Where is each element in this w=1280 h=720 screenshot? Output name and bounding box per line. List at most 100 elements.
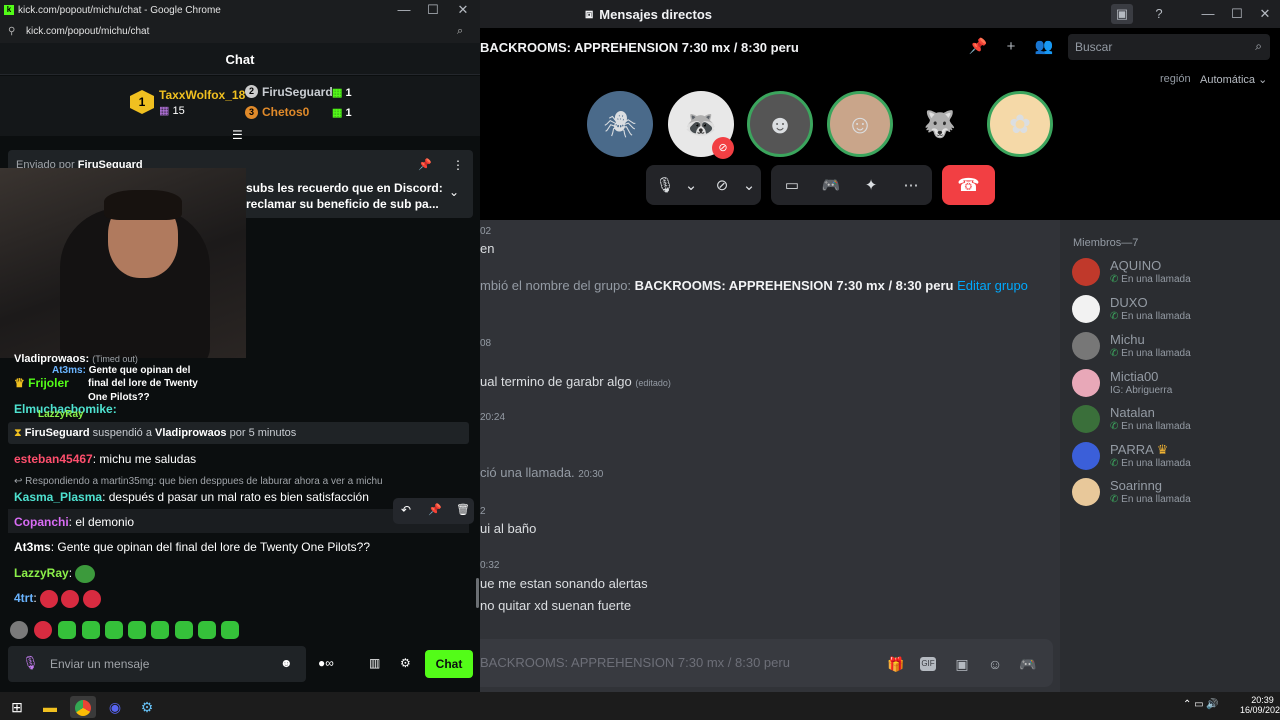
call-avatar[interactable]: 🐺 [907, 91, 973, 157]
screen-share-icon[interactable]: ▭ [782, 176, 802, 196]
minimize-button[interactable]: — [1198, 4, 1218, 24]
members-header: Miembros—7 [1073, 237, 1139, 249]
file-explorer-icon[interactable]: ▬ [39, 696, 61, 718]
chrome-icon[interactable] [70, 696, 96, 718]
chevron-down-icon[interactable]: ⌄ [681, 176, 701, 196]
emote [75, 565, 96, 583]
member-item[interactable]: Mictia00 IG: Abriguerra [1072, 369, 1272, 403]
search-icon: ⌕ [1255, 39, 1262, 53]
discord-icon[interactable]: ◉ [104, 696, 126, 718]
gift-icon: ▦ [159, 105, 170, 117]
maximize-button[interactable]: ☐ [423, 0, 443, 20]
send-chat-button[interactable]: Chat [425, 650, 473, 678]
emote-suggestion[interactable] [82, 621, 100, 639]
member-item[interactable]: Natalan ✆ En una llamada [1072, 405, 1272, 439]
call-avatar[interactable]: ☺ [827, 91, 893, 157]
edit-group-link[interactable]: Editar grupo [957, 278, 1028, 293]
gif-icon[interactable]: GIF [920, 657, 936, 671]
crown-icon: ♛ [1156, 442, 1169, 457]
reply-icon: ↩ [14, 476, 23, 487]
emote-suggestion[interactable] [105, 621, 123, 639]
add-friend-icon[interactable]: + [999, 35, 1023, 59]
avatar [1072, 369, 1100, 397]
leader-count: ▦ 1 [332, 107, 352, 119]
call-avatar[interactable]: ☻ [747, 91, 813, 157]
scrollbar[interactable] [476, 578, 479, 608]
chat-message: Kasma_Plasma: después d pasar un mal rat… [14, 490, 369, 504]
leader-name[interactable]: TaxxWolfox_18 [159, 88, 245, 102]
pin-icon[interactable]: 📌 [418, 158, 432, 171]
chat-message: esteban45467: michu me saludas [14, 452, 197, 466]
timestamp: 20:24 [480, 412, 506, 423]
minimize-button[interactable]: — [394, 0, 414, 20]
end-call-button[interactable]: ☎ [942, 165, 995, 205]
emote-suggestion[interactable] [10, 621, 28, 639]
steam-icon[interactable]: ⚙ [136, 696, 158, 718]
microphone-icon[interactable]: 🎙 [22, 655, 39, 671]
close-button[interactable]: ✕ [453, 0, 473, 20]
gift-icon[interactable]: 🎁 [887, 655, 905, 673]
leader-count: ▦ 1 [332, 87, 352, 99]
pin-icon[interactable]: 📌 [966, 35, 990, 59]
timeout-icon: ⧗ [14, 427, 22, 439]
members-icon[interactable]: 👥 [1032, 35, 1056, 59]
leader-name[interactable]: Chetos0 [262, 105, 309, 119]
sticker-icon[interactable]: ▣ [953, 655, 971, 673]
member-item[interactable]: Soarinng ✆ En una llamada [1072, 478, 1272, 512]
reply-icon[interactable]: ↶ [401, 503, 411, 517]
emote-suggestion[interactable] [151, 621, 169, 639]
close-button[interactable]: ✕ [1255, 4, 1275, 24]
clock[interactable]: 20:3916/09/2025 [1240, 695, 1280, 715]
call-avatar[interactable]: ✿ [987, 91, 1053, 157]
kick-points-icon[interactable]: ●∞ [318, 656, 334, 670]
soundboard-icon[interactable]: ✦ [861, 176, 881, 196]
inbox-icon[interactable]: ▣ [1111, 4, 1133, 24]
system-message: ció una llamada. 20:30 [480, 465, 604, 480]
search-input[interactable]: Buscar ⌕ [1068, 34, 1270, 60]
pinned-text: reclamar su beneficio de sub pa... [246, 197, 439, 211]
microphone-icon[interactable]: 🎙 [655, 176, 675, 196]
region-select[interactable]: Automática ⌄ [1200, 73, 1267, 86]
phone-icon: ✆ [1110, 311, 1119, 322]
emoji-icon[interactable]: ☻ [280, 656, 293, 670]
more-icon[interactable]: ⋯ [901, 176, 921, 196]
phone-icon: ✆ [1110, 348, 1119, 359]
emoji-icon[interactable]: ☺ [986, 655, 1004, 673]
emote-suggestion[interactable] [198, 621, 216, 639]
emote-suggestion[interactable] [128, 621, 146, 639]
help-icon[interactable]: ? [1149, 4, 1169, 24]
message: en [480, 241, 495, 256]
zoom-icon[interactable]: ⌕ [457, 25, 463, 38]
chevron-down-icon[interactable]: ⌄ [739, 176, 759, 196]
url-text: kick.com/popout/michu/chat [26, 26, 150, 37]
activity-icon[interactable]: 🎮 [821, 176, 841, 196]
phone-icon: ✆ [1110, 421, 1119, 432]
maximize-button[interactable]: ☐ [1227, 4, 1247, 24]
delete-icon[interactable]: 🗑 [456, 503, 470, 516]
leader-count: ▦ 15 [159, 105, 185, 117]
member-item[interactable]: PARRA ♛ ✆ En una llamada [1072, 442, 1272, 476]
chevron-down-icon[interactable]: ⌄ [449, 185, 459, 199]
phone-icon: ✆ [1110, 274, 1119, 285]
emote-suggestion[interactable] [58, 621, 76, 639]
avatar [1072, 442, 1100, 470]
emote-suggestion[interactable] [175, 621, 193, 639]
emote-suggestion[interactable] [34, 621, 52, 639]
member-item[interactable]: Michu ✆ En una llamada [1072, 332, 1272, 366]
overlay-chat: ♛ Frijoler [14, 376, 69, 390]
site-info-icon[interactable]: ⚲ [8, 26, 15, 37]
camera-off-icon[interactable]: ⊘ [712, 176, 732, 196]
call-avatar[interactable]: 🕷 [587, 91, 653, 157]
more-icon[interactable]: ⋮ [452, 158, 464, 172]
member-item[interactable]: AQUINO ✆ En una llamada [1072, 258, 1272, 292]
emote-suggestion[interactable] [221, 621, 239, 639]
member-item[interactable]: DUXO ✆ En una llamada [1072, 295, 1272, 329]
tray-icons[interactable]: ⌃ ▭ 🔊 [1183, 699, 1219, 710]
collapse-icon[interactable]: ☰ [232, 128, 243, 142]
store-icon[interactable]: ▥ [369, 656, 380, 670]
settings-icon[interactable]: ⚙ [400, 656, 411, 670]
activity-icon[interactable]: 🎮 [1019, 655, 1037, 673]
leader-name[interactable]: FiruSeguard [262, 85, 333, 99]
pin-icon[interactable]: 📌 [428, 503, 442, 516]
start-icon[interactable]: ⊞ [6, 696, 28, 718]
